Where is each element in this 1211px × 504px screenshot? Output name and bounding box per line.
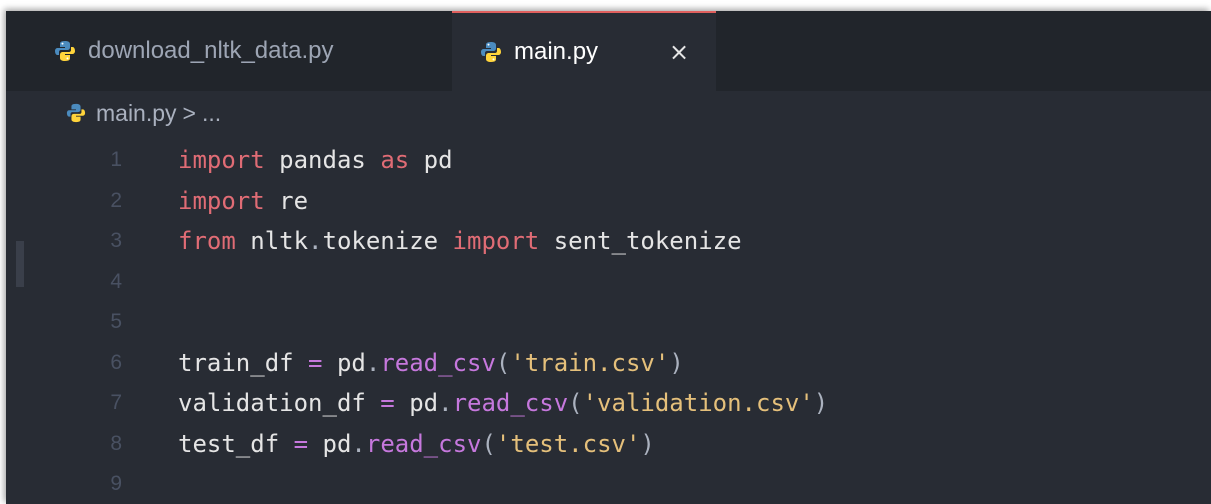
breadcrumb-separator: >: [182, 99, 196, 126]
tab-label: main.py: [514, 38, 599, 65]
code-token: =: [308, 348, 323, 377]
line-number: 8: [110, 431, 122, 455]
code-token: =: [293, 429, 309, 458]
code-token: 'test.csv': [495, 429, 641, 458]
line-number: 7: [110, 391, 122, 415]
code-line[interactable]: 2 import re: [6, 181, 1211, 222]
line-number: 1: [110, 148, 122, 172]
line-number: 4: [110, 269, 122, 293]
code-text: train_df = pd.read_csv('train.csv'): [178, 349, 684, 377]
line-number: 9: [110, 472, 122, 496]
code-token: as: [380, 146, 410, 175]
code-token: import: [178, 146, 265, 175]
code-text: import re: [178, 187, 308, 215]
code-token: sent_tokenize: [553, 227, 742, 256]
tab-main-py[interactable]: main.py ×: [452, 11, 716, 91]
tab-download-nltk-data[interactable]: download_nltk_data.py: [6, 11, 452, 91]
code-token: .: [351, 429, 366, 458]
code-token: tokenize: [322, 227, 439, 256]
code-token: .: [365, 348, 381, 377]
code-token: re: [279, 186, 309, 215]
code-text: validation_df = pd.read_csv('validation.…: [178, 389, 828, 417]
editor-window: download_nltk_data.py main.py × main.py …: [6, 11, 1211, 504]
python-icon: [55, 41, 75, 61]
code-line[interactable]: 3 from nltk.tokenize import sent_tokenize: [6, 221, 1211, 262]
code-editor[interactable]: 1 import pandas as pd 2 import re 3 from nltk…: [6, 135, 1211, 504]
code-line[interactable]: 5: [6, 302, 1211, 343]
code-token: (: [495, 348, 511, 377]
code-line[interactable]: 9: [6, 464, 1211, 504]
tab-label: download_nltk_data.py: [88, 37, 334, 64]
code-token: ): [640, 429, 655, 458]
python-icon: [481, 42, 501, 62]
code-token: test_df: [178, 429, 280, 458]
code-token: .: [308, 227, 323, 256]
code-text: import pandas as pd: [178, 146, 453, 174]
code-token: ): [813, 389, 829, 418]
code-token: pd: [409, 389, 439, 418]
line-number: 6: [110, 350, 122, 374]
code-token: 'validation.csv': [582, 389, 814, 418]
code-token: from: [178, 227, 236, 256]
line-number: 2: [110, 188, 122, 212]
code-token: train_df: [178, 348, 294, 377]
code-token: read_csv: [380, 348, 496, 377]
code-token: import: [452, 227, 540, 256]
code-token: (: [568, 389, 583, 418]
code-line[interactable]: 7 validation_df = pd.read_csv('validation…: [6, 383, 1211, 424]
code-token: =: [380, 389, 395, 418]
breadcrumb-rest[interactable]: ...: [202, 100, 221, 127]
code-line[interactable]: 8 test_df = pd.read_csv('test.csv'): [6, 424, 1211, 465]
code-token: read_csv: [365, 429, 482, 458]
python-icon: [66, 103, 86, 123]
code-text: test_df = pd.read_csv('test.csv'): [178, 430, 655, 458]
code-token: pandas: [279, 146, 366, 175]
breadcrumb-file[interactable]: main.py: [96, 100, 177, 127]
code-token: pd: [423, 146, 453, 175]
code-line[interactable]: 1 import pandas as pd: [6, 140, 1211, 181]
code-token: pd: [336, 348, 366, 377]
tab-bar: download_nltk_data.py main.py ×: [6, 11, 1211, 91]
code-text: from nltk.tokenize import sent_tokenize: [178, 227, 742, 255]
code-token: (: [481, 429, 496, 458]
code-token: nltk: [250, 227, 309, 256]
code-line[interactable]: 6 train_df = pd.read_csv('train.csv'): [6, 343, 1211, 384]
code-line[interactable]: 4: [6, 262, 1211, 303]
code-token: pd: [322, 429, 352, 458]
code-token: import: [178, 186, 265, 215]
code-token: 'train.csv': [510, 348, 670, 377]
code-token: validation_df: [178, 389, 366, 418]
line-number: 3: [110, 229, 122, 253]
close-icon[interactable]: ×: [664, 37, 694, 67]
line-number: 5: [110, 310, 122, 334]
code-token: ): [669, 348, 684, 377]
breadcrumb: main.py > ...: [6, 91, 1211, 135]
code-token: read_csv: [452, 389, 569, 418]
code-token: .: [438, 389, 453, 418]
